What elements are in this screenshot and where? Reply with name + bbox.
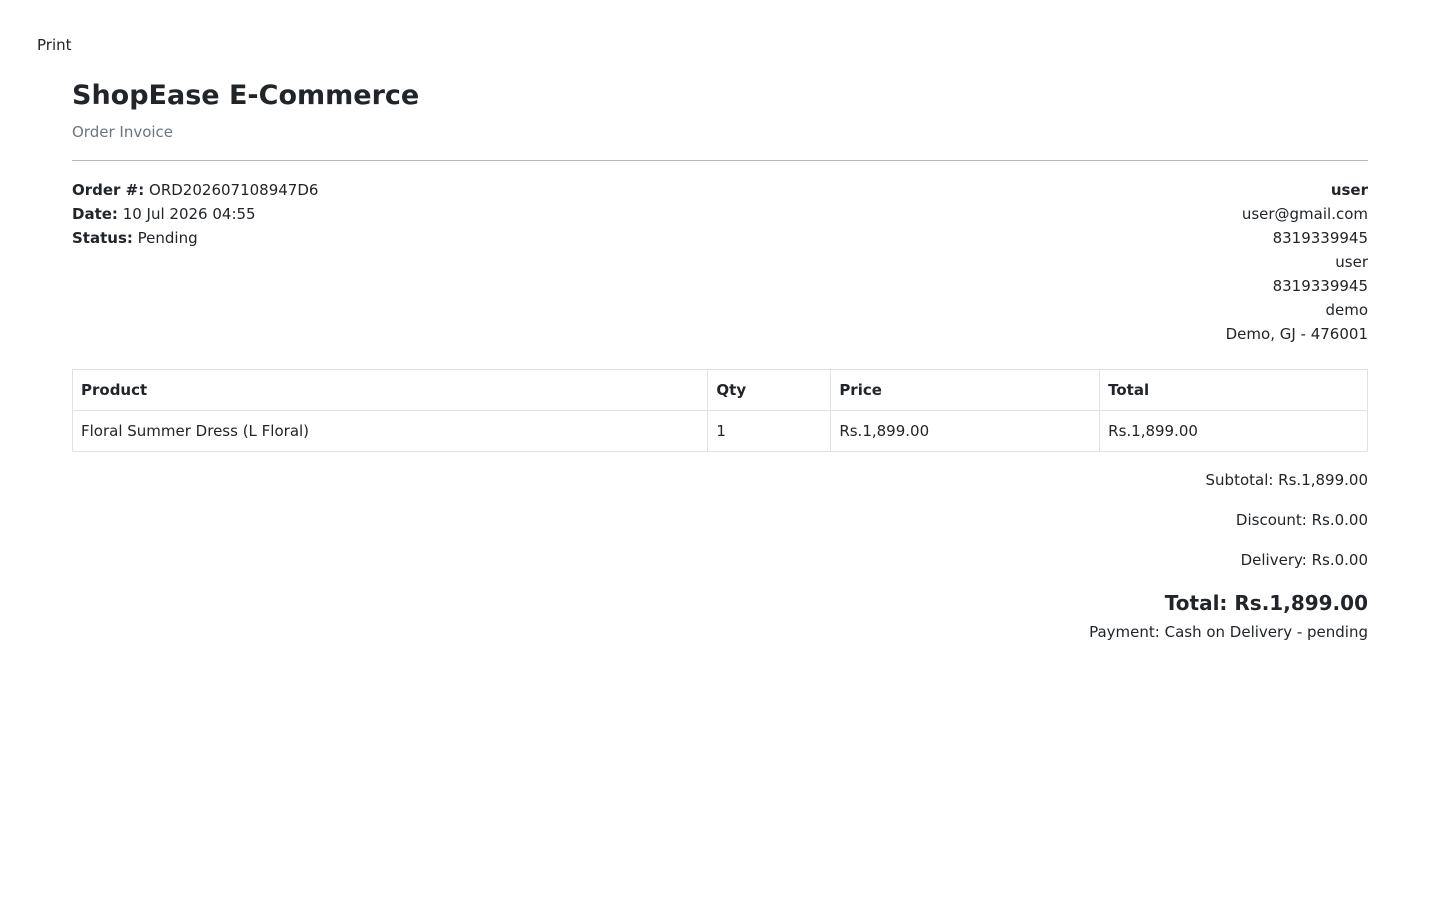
product-cell: Floral Summer Dress (L Floral): [71, 410, 709, 452]
order-number-label: Order #:: [72, 181, 145, 199]
customer-name: user: [1330, 181, 1368, 199]
totals-summary: Subtotal: Rs.1,899.00 Discount: Rs.0.00 …: [72, 468, 1368, 644]
order-date-value: 10 Jul 2026 04:55: [122, 205, 256, 223]
order-status-label: Status:: [72, 229, 133, 247]
shipping-name: user: [1335, 253, 1368, 271]
invoice-subtitle: Order Invoice: [72, 123, 174, 141]
order-status: Status: Pending: [72, 226, 318, 250]
customer-email: user@gmail.com: [1241, 205, 1368, 223]
grand-total: Total: Rs.1,899.00: [1164, 591, 1368, 615]
qty-cell: 1: [707, 410, 832, 452]
shipping-address-line: demo: [1325, 301, 1368, 319]
shipping-city-line: Demo, GJ - 476001: [1225, 325, 1368, 343]
payment-info: Payment: Cash on Delivery - pending: [1089, 623, 1368, 641]
delivery: Delivery: Rs.0.00: [1240, 551, 1368, 569]
order-date: Date: 10 Jul 2026 04:55: [72, 202, 318, 226]
customer-details: user user@gmail.com 8319339945 user 8319…: [1226, 178, 1368, 346]
shipping-phone: 8319339945: [1272, 277, 1368, 295]
order-details: Order #: ORD202607108947D6 Date: 10 Jul …: [72, 178, 318, 346]
table-row: Floral Summer Dress (L Floral) 1 Rs.1,89…: [71, 410, 1368, 452]
column-header-product: Product: [71, 369, 709, 411]
total-cell: Rs.1,899.00: [1099, 410, 1368, 452]
header-divider: [72, 160, 1368, 161]
column-header-total: Total: [1099, 369, 1368, 411]
order-status-value: Pending: [137, 229, 198, 247]
order-number-value: ORD202607108947D6: [149, 181, 319, 199]
customer-phone: 8319339945: [1272, 229, 1368, 247]
print-button[interactable]: Print: [30, 31, 79, 59]
shop-name: ShopEase E-Commerce: [72, 80, 420, 111]
table-header-row: Product Qty Price Total: [71, 369, 1368, 411]
column-header-qty: Qty: [707, 369, 832, 411]
invoice-meta: Order #: ORD202607108947D6 Date: 10 Jul …: [72, 178, 1368, 346]
order-number: Order #: ORD202607108947D6: [72, 178, 318, 202]
price-cell: Rs.1,899.00: [830, 410, 1101, 452]
subtotal: Subtotal: Rs.1,899.00: [1205, 471, 1368, 489]
discount: Discount: Rs.0.00: [1235, 511, 1368, 529]
items-table: Product Qty Price Total Floral Summer Dr…: [71, 369, 1368, 452]
invoice: ShopEase E-Commerce Order Invoice Order …: [71, 76, 1368, 644]
order-date-label: Date:: [72, 205, 118, 223]
column-header-price: Price: [830, 369, 1101, 411]
